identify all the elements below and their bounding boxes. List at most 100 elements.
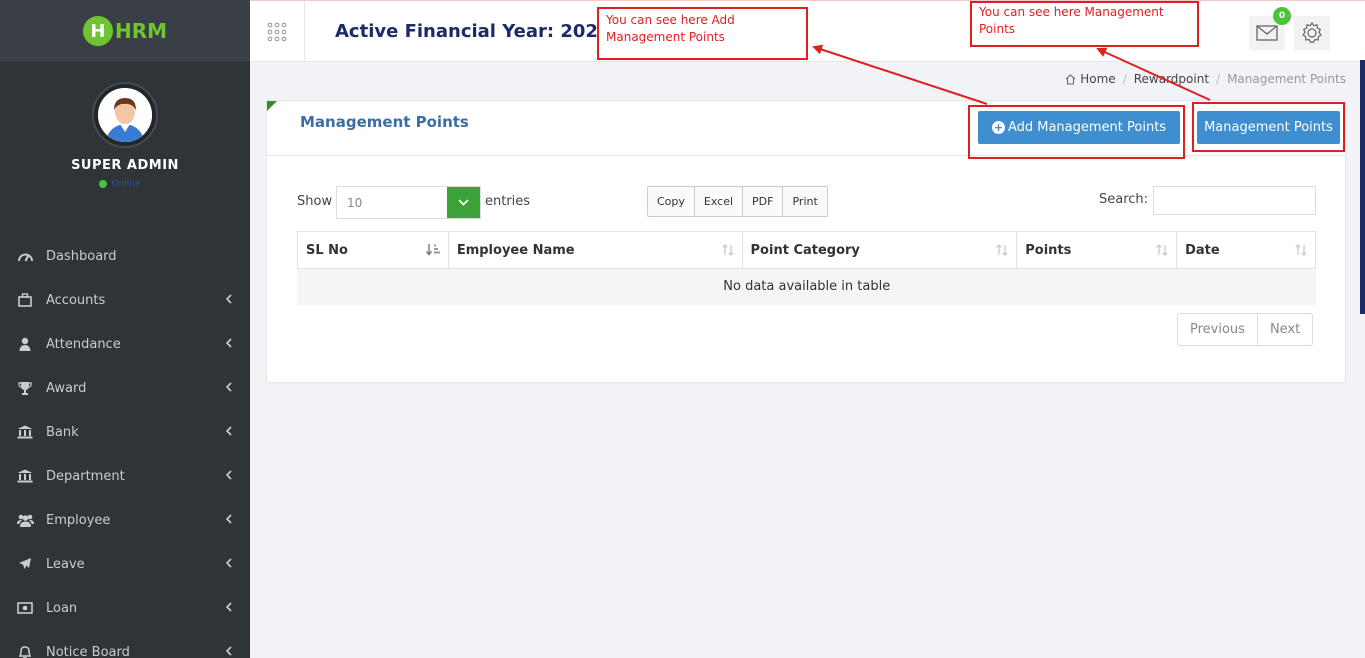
- chevron-left-icon: [225, 425, 232, 440]
- sort-icon: [1295, 244, 1307, 260]
- chevron-left-icon: [225, 381, 232, 396]
- apps-grid-icon: [267, 22, 287, 41]
- sidebar-item-notice-board[interactable]: Notice Board: [0, 630, 250, 658]
- sidebar-menu: Dashboard Accounts Attendance Award Bank…: [0, 234, 250, 658]
- copy-button[interactable]: Copy: [648, 187, 695, 216]
- excel-button[interactable]: Excel: [694, 187, 744, 216]
- scrollbar-edge[interactable]: [1360, 60, 1365, 314]
- trophy-icon: [16, 379, 34, 397]
- sidebar-item-label: Leave: [46, 556, 85, 572]
- logo-mark: H: [82, 16, 113, 46]
- sidebar: H HRM SUPER ADMIN Online Dashboard Accou…: [0, 0, 250, 658]
- financial-year-title: Active Financial Year: 2022: [335, 21, 611, 42]
- list-button-highlight-box: [1192, 102, 1345, 152]
- search-input[interactable]: [1153, 186, 1316, 215]
- bank-icon: [16, 423, 34, 441]
- next-page-button[interactable]: Next: [1258, 314, 1312, 345]
- profile-status: Online: [0, 179, 250, 189]
- messages-count-badge: 0: [1273, 7, 1291, 25]
- bell-icon: [16, 643, 34, 658]
- home-icon: [1065, 73, 1076, 85]
- export-button-group: Copy Excel PDF Print: [647, 186, 828, 217]
- briefcase-icon: [16, 291, 34, 309]
- pagination: Previous Next: [1177, 313, 1314, 346]
- chevron-left-icon: [225, 645, 232, 658]
- money-icon: [16, 599, 34, 617]
- avatar[interactable]: [92, 82, 158, 148]
- panel-title: Management Points: [300, 113, 469, 131]
- chevron-left-icon: [225, 337, 232, 352]
- chevron-left-icon: [225, 513, 232, 528]
- gear-icon: [1302, 21, 1322, 44]
- column-label: Points: [1025, 242, 1072, 258]
- bank-icon: [16, 467, 34, 485]
- sidebar-item-loan[interactable]: Loan: [0, 586, 250, 630]
- logo-text: HRM: [114, 19, 168, 43]
- user-avatar-icon: [98, 88, 152, 142]
- sort-icon: [1156, 244, 1168, 260]
- column-header-employee-name[interactable]: Employee Name: [447, 231, 743, 269]
- chevron-left-icon: [225, 293, 232, 308]
- sidebar-item-label: Bank: [46, 424, 79, 440]
- column-label: SL No: [306, 242, 348, 258]
- table-header-row: SL No Employee Name Point Category Point…: [297, 231, 1316, 269]
- user-profile: SUPER ADMIN Online: [0, 62, 250, 234]
- breadcrumb: Home / Rewardpoint / Management Points: [1065, 72, 1346, 86]
- page-length-value: 10: [347, 196, 363, 210]
- chevron-left-icon: [225, 557, 232, 572]
- chevron-left-icon: [225, 469, 232, 484]
- user-icon: [16, 335, 34, 353]
- breadcrumb-current: Management Points: [1227, 72, 1346, 86]
- app-logo[interactable]: H HRM: [82, 16, 168, 46]
- sidebar-item-label: Attendance: [46, 336, 121, 352]
- add-management-points-note: You can see here Add Management Points: [597, 7, 808, 60]
- profile-status-text: Online: [111, 179, 141, 189]
- profile-name: SUPER ADMIN: [71, 158, 179, 173]
- apps-grid-button[interactable]: [250, 1, 305, 62]
- add-button-highlight-box: [968, 105, 1185, 159]
- sidebar-item-label: Award: [46, 380, 87, 396]
- logo-bar: H HRM: [0, 0, 250, 62]
- breadcrumb-separator: /: [1216, 72, 1221, 86]
- sidebar-item-dashboard[interactable]: Dashboard: [0, 234, 250, 278]
- sidebar-item-label: Employee: [46, 512, 111, 528]
- search-label: Search:: [1099, 192, 1149, 207]
- users-icon: [16, 511, 34, 529]
- sidebar-item-label: Department: [46, 468, 125, 484]
- sidebar-item-accounts[interactable]: Accounts: [0, 278, 250, 322]
- column-header-date[interactable]: Date: [1176, 231, 1316, 269]
- sidebar-item-leave[interactable]: Leave: [0, 542, 250, 586]
- pdf-button[interactable]: PDF: [743, 187, 784, 216]
- sidebar-item-attendance[interactable]: Attendance: [0, 322, 250, 366]
- sidebar-item-label: Dashboard: [46, 248, 117, 264]
- sidebar-item-label: Loan: [46, 600, 78, 616]
- table-controls: Show 10 entries Copy Excel PDF Print Sea…: [297, 186, 1317, 221]
- print-button[interactable]: Print: [783, 187, 827, 216]
- sidebar-item-employee[interactable]: Employee: [0, 498, 250, 542]
- entries-label: entries: [485, 194, 531, 209]
- sidebar-item-bank[interactable]: Bank: [0, 410, 250, 454]
- page-length-select[interactable]: 10: [336, 186, 481, 219]
- column-header-points[interactable]: Points: [1016, 231, 1178, 269]
- sort-desc-icon: [425, 244, 440, 260]
- sidebar-item-award[interactable]: Award: [0, 366, 250, 410]
- management-points-table: SL No Employee Name Point Category Point…: [297, 231, 1316, 305]
- breadcrumb-rewardpoint-link[interactable]: Rewardpoint: [1134, 72, 1209, 86]
- plane-icon: [16, 555, 34, 573]
- chevron-down-icon: [447, 187, 480, 218]
- breadcrumb-separator: /: [1122, 72, 1127, 86]
- sort-icon: [996, 244, 1008, 260]
- sidebar-item-label: Notice Board: [46, 644, 130, 658]
- previous-page-button[interactable]: Previous: [1178, 314, 1258, 345]
- settings-button[interactable]: [1294, 16, 1330, 50]
- dashboard-icon: [16, 247, 34, 265]
- breadcrumb-home-link[interactable]: Home: [1080, 72, 1115, 86]
- management-points-note: You can see here Management Points: [970, 1, 1199, 47]
- chevron-left-icon: [225, 601, 232, 616]
- column-header-sl-no[interactable]: SL No: [297, 231, 449, 269]
- envelope-icon: [1256, 25, 1278, 41]
- column-label: Date: [1185, 242, 1220, 258]
- column-header-point-category[interactable]: Point Category: [741, 231, 1018, 269]
- online-dot-icon: [99, 180, 108, 188]
- sidebar-item-department[interactable]: Department: [0, 454, 250, 498]
